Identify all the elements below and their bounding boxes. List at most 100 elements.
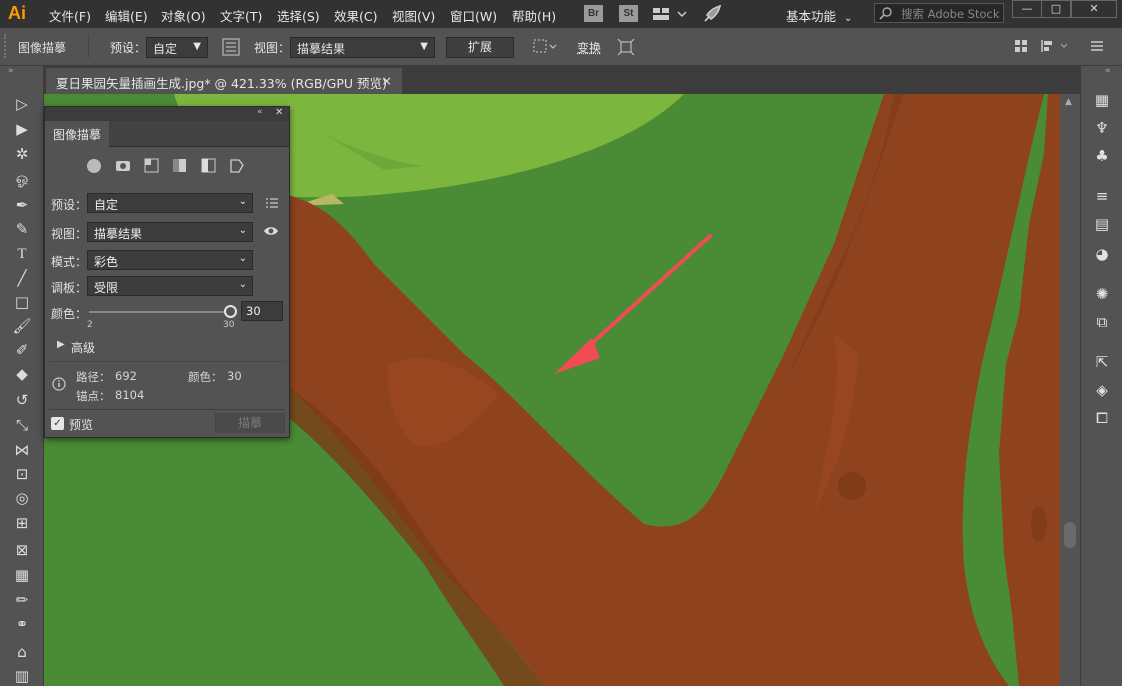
align-panel-icon[interactable]	[1040, 38, 1072, 54]
colors-slider-track[interactable]	[89, 311, 231, 313]
divider	[88, 34, 89, 58]
selection-tool-icon[interactable]: ▷	[12, 94, 32, 114]
stroke-panel-icon[interactable]: ≡	[1092, 186, 1112, 206]
layers-panel-icon[interactable]: ◈	[1092, 380, 1112, 400]
anchors-value: 8104	[115, 388, 145, 402]
export-panel-icon[interactable]: ⇱	[1092, 352, 1112, 372]
symbols-panel-icon[interactable]: ♣	[1092, 146, 1112, 166]
view-value: 描摹结果	[297, 42, 346, 56]
advanced-label[interactable]: 高级	[71, 339, 95, 356]
stock-search[interactable]: 搜索 Adobe Stock	[874, 3, 1004, 23]
free-transform-tool-icon[interactable]: ⊡	[12, 464, 32, 484]
colors-slider-thumb[interactable]	[224, 305, 237, 318]
workspace-label: 基本功能	[786, 9, 837, 24]
stock-button[interactable]: St	[619, 5, 638, 22]
paintbrush-tool-icon[interactable]: 🖌	[12, 316, 32, 336]
lasso-tool-icon[interactable]: ஓ	[12, 168, 32, 188]
menu-type[interactable]: 文字(T)	[220, 6, 262, 25]
eye-icon[interactable]	[263, 225, 279, 237]
app-logo: Ai	[8, 3, 26, 23]
maximize-button[interactable]: □	[1041, 0, 1071, 18]
brushes-panel-icon[interactable]: ♆	[1092, 118, 1112, 138]
close-panel-icon[interactable]: ✕	[275, 107, 283, 118]
menu-help[interactable]: 帮助(H)	[512, 6, 556, 25]
eraser-tool-icon[interactable]: ◆	[12, 364, 32, 384]
blend-tool-icon[interactable]: ⚭	[12, 614, 32, 634]
menu-object[interactable]: 对象(O)	[161, 6, 206, 25]
menu-view[interactable]: 视图(V)	[392, 6, 435, 25]
preset-options-icon[interactable]	[265, 197, 279, 209]
eyedropper-tool-icon[interactable]: ✏	[12, 590, 32, 610]
scale-tool-icon[interactable]: ⤡	[12, 415, 32, 435]
perspective-grid-tool-icon[interactable]: ⊞	[12, 513, 32, 533]
collapse-panel-icon[interactable]: »	[8, 66, 14, 76]
divider	[49, 409, 285, 410]
magic-wand-tool-icon[interactable]: ✲	[12, 144, 32, 164]
close-window-button[interactable]: ✕	[1071, 0, 1117, 18]
slider-max-label: 30	[223, 320, 235, 330]
align-to-icon[interactable]	[532, 38, 560, 56]
panel-tab-image-trace[interactable]: 图像描摹	[45, 121, 109, 147]
trace-button[interactable]: 描摹	[215, 413, 285, 433]
line-tool-icon[interactable]: ╱	[12, 268, 32, 288]
search-input[interactable]: 搜索 Adobe Stock	[901, 6, 1000, 22]
preset-select[interactable]: 自定 ⌄	[87, 193, 253, 213]
type-tool-icon[interactable]: T	[12, 244, 32, 264]
document-tab[interactable]: 夏日果园矢量插画生成.jpg* @ 421.33% (RGB/GPU 预览) ×	[46, 68, 402, 94]
mode-label: 模式：	[51, 255, 88, 269]
transparency-panel-icon[interactable]: ◕	[1092, 244, 1112, 264]
menu-file[interactable]: 文件(F)	[49, 6, 91, 25]
view-select[interactable]: 描摹结果 ⌄	[87, 222, 253, 242]
pen-tool-icon[interactable]: ✒	[12, 195, 32, 215]
direct-selection-tool-icon[interactable]: ▶	[12, 119, 32, 139]
workspace-switcher[interactable]: 基本功能 ⌄	[786, 6, 852, 25]
width-tool-icon[interactable]: ⋈	[12, 440, 32, 460]
advanced-toggle-icon[interactable]: ▶	[57, 339, 65, 350]
preset-select[interactable]: 自定 ▼	[146, 37, 208, 58]
rocket-icon[interactable]	[702, 4, 722, 24]
menu-effect[interactable]: 效果(C)	[334, 6, 377, 25]
appearance-panel-icon[interactable]: ✺	[1092, 284, 1112, 304]
minimize-button[interactable]: —	[1012, 0, 1042, 18]
menu-window[interactable]: 窗口(W)	[450, 6, 497, 25]
vertical-scrollbar[interactable]: ▲	[1060, 94, 1080, 686]
scroll-up-icon[interactable]: ▲	[1065, 97, 1072, 107]
graphic-styles-panel-icon[interactable]: ⧉	[1092, 312, 1112, 332]
swatches-panel-icon[interactable]: ▦	[1092, 90, 1112, 110]
menu-edit[interactable]: 编辑(E)	[105, 6, 148, 25]
rectangle-tool-icon[interactable]: □	[12, 292, 32, 312]
symbol-sprayer-tool-icon[interactable]: ⌂	[12, 642, 32, 662]
shaper-tool-icon[interactable]: ✐	[12, 340, 32, 360]
mode-select[interactable]: 彩色 ⌄	[87, 250, 253, 270]
arrange-documents-icon[interactable]	[652, 6, 688, 22]
preview-checkbox[interactable]: ✓	[51, 417, 64, 430]
view-select[interactable]: 描摹结果 ▼	[290, 37, 435, 58]
scrollbar-thumb[interactable]	[1064, 522, 1076, 548]
column-graph-tool-icon[interactable]: ▥	[12, 666, 32, 686]
isolate-icon[interactable]	[617, 38, 635, 56]
info-icon	[52, 377, 66, 391]
mesh-tool-icon[interactable]: ⊠	[12, 540, 32, 560]
panel-titlebar[interactable]: « ✕	[45, 107, 289, 121]
gradient-panel-icon[interactable]: ▤	[1092, 214, 1112, 234]
rotate-tool-icon[interactable]: ↺	[12, 390, 32, 410]
collapse-panel-icon[interactable]: «	[257, 107, 263, 117]
panel-menu-icon[interactable]	[1090, 40, 1104, 52]
menu-select[interactable]: 选择(S)	[277, 6, 320, 25]
transform-button[interactable]: 变换	[577, 39, 601, 56]
tools-panel: » ▷ ▶ ✲ ஓ ✒ ✎ T ╱ □ 🖌 ✐ ◆ ↺ ⤡ ⋈ ⊡ ◎ ⊞ ⊠ …	[0, 66, 44, 686]
gradient-tool-icon[interactable]: ▦	[12, 565, 32, 585]
expand-button[interactable]: 扩展	[446, 37, 514, 58]
bridge-button[interactable]: Br	[584, 5, 603, 22]
curvature-tool-icon[interactable]: ✎	[12, 219, 32, 239]
colors-input[interactable]: 30	[241, 301, 283, 321]
preset-menu-icon[interactable]	[222, 38, 240, 56]
chevron-down-icon: ⌄	[238, 253, 247, 264]
artboards-panel-icon[interactable]: ⧠	[1092, 408, 1112, 428]
palette-select[interactable]: 受限 ⌄	[87, 276, 253, 296]
grip-handle[interactable]	[4, 34, 8, 58]
shape-builder-tool-icon[interactable]: ◎	[12, 488, 32, 508]
collapse-dock-icon[interactable]: «	[1105, 66, 1111, 76]
close-tab-icon[interactable]: ×	[382, 73, 392, 88]
distribute-icon[interactable]	[1014, 39, 1028, 53]
